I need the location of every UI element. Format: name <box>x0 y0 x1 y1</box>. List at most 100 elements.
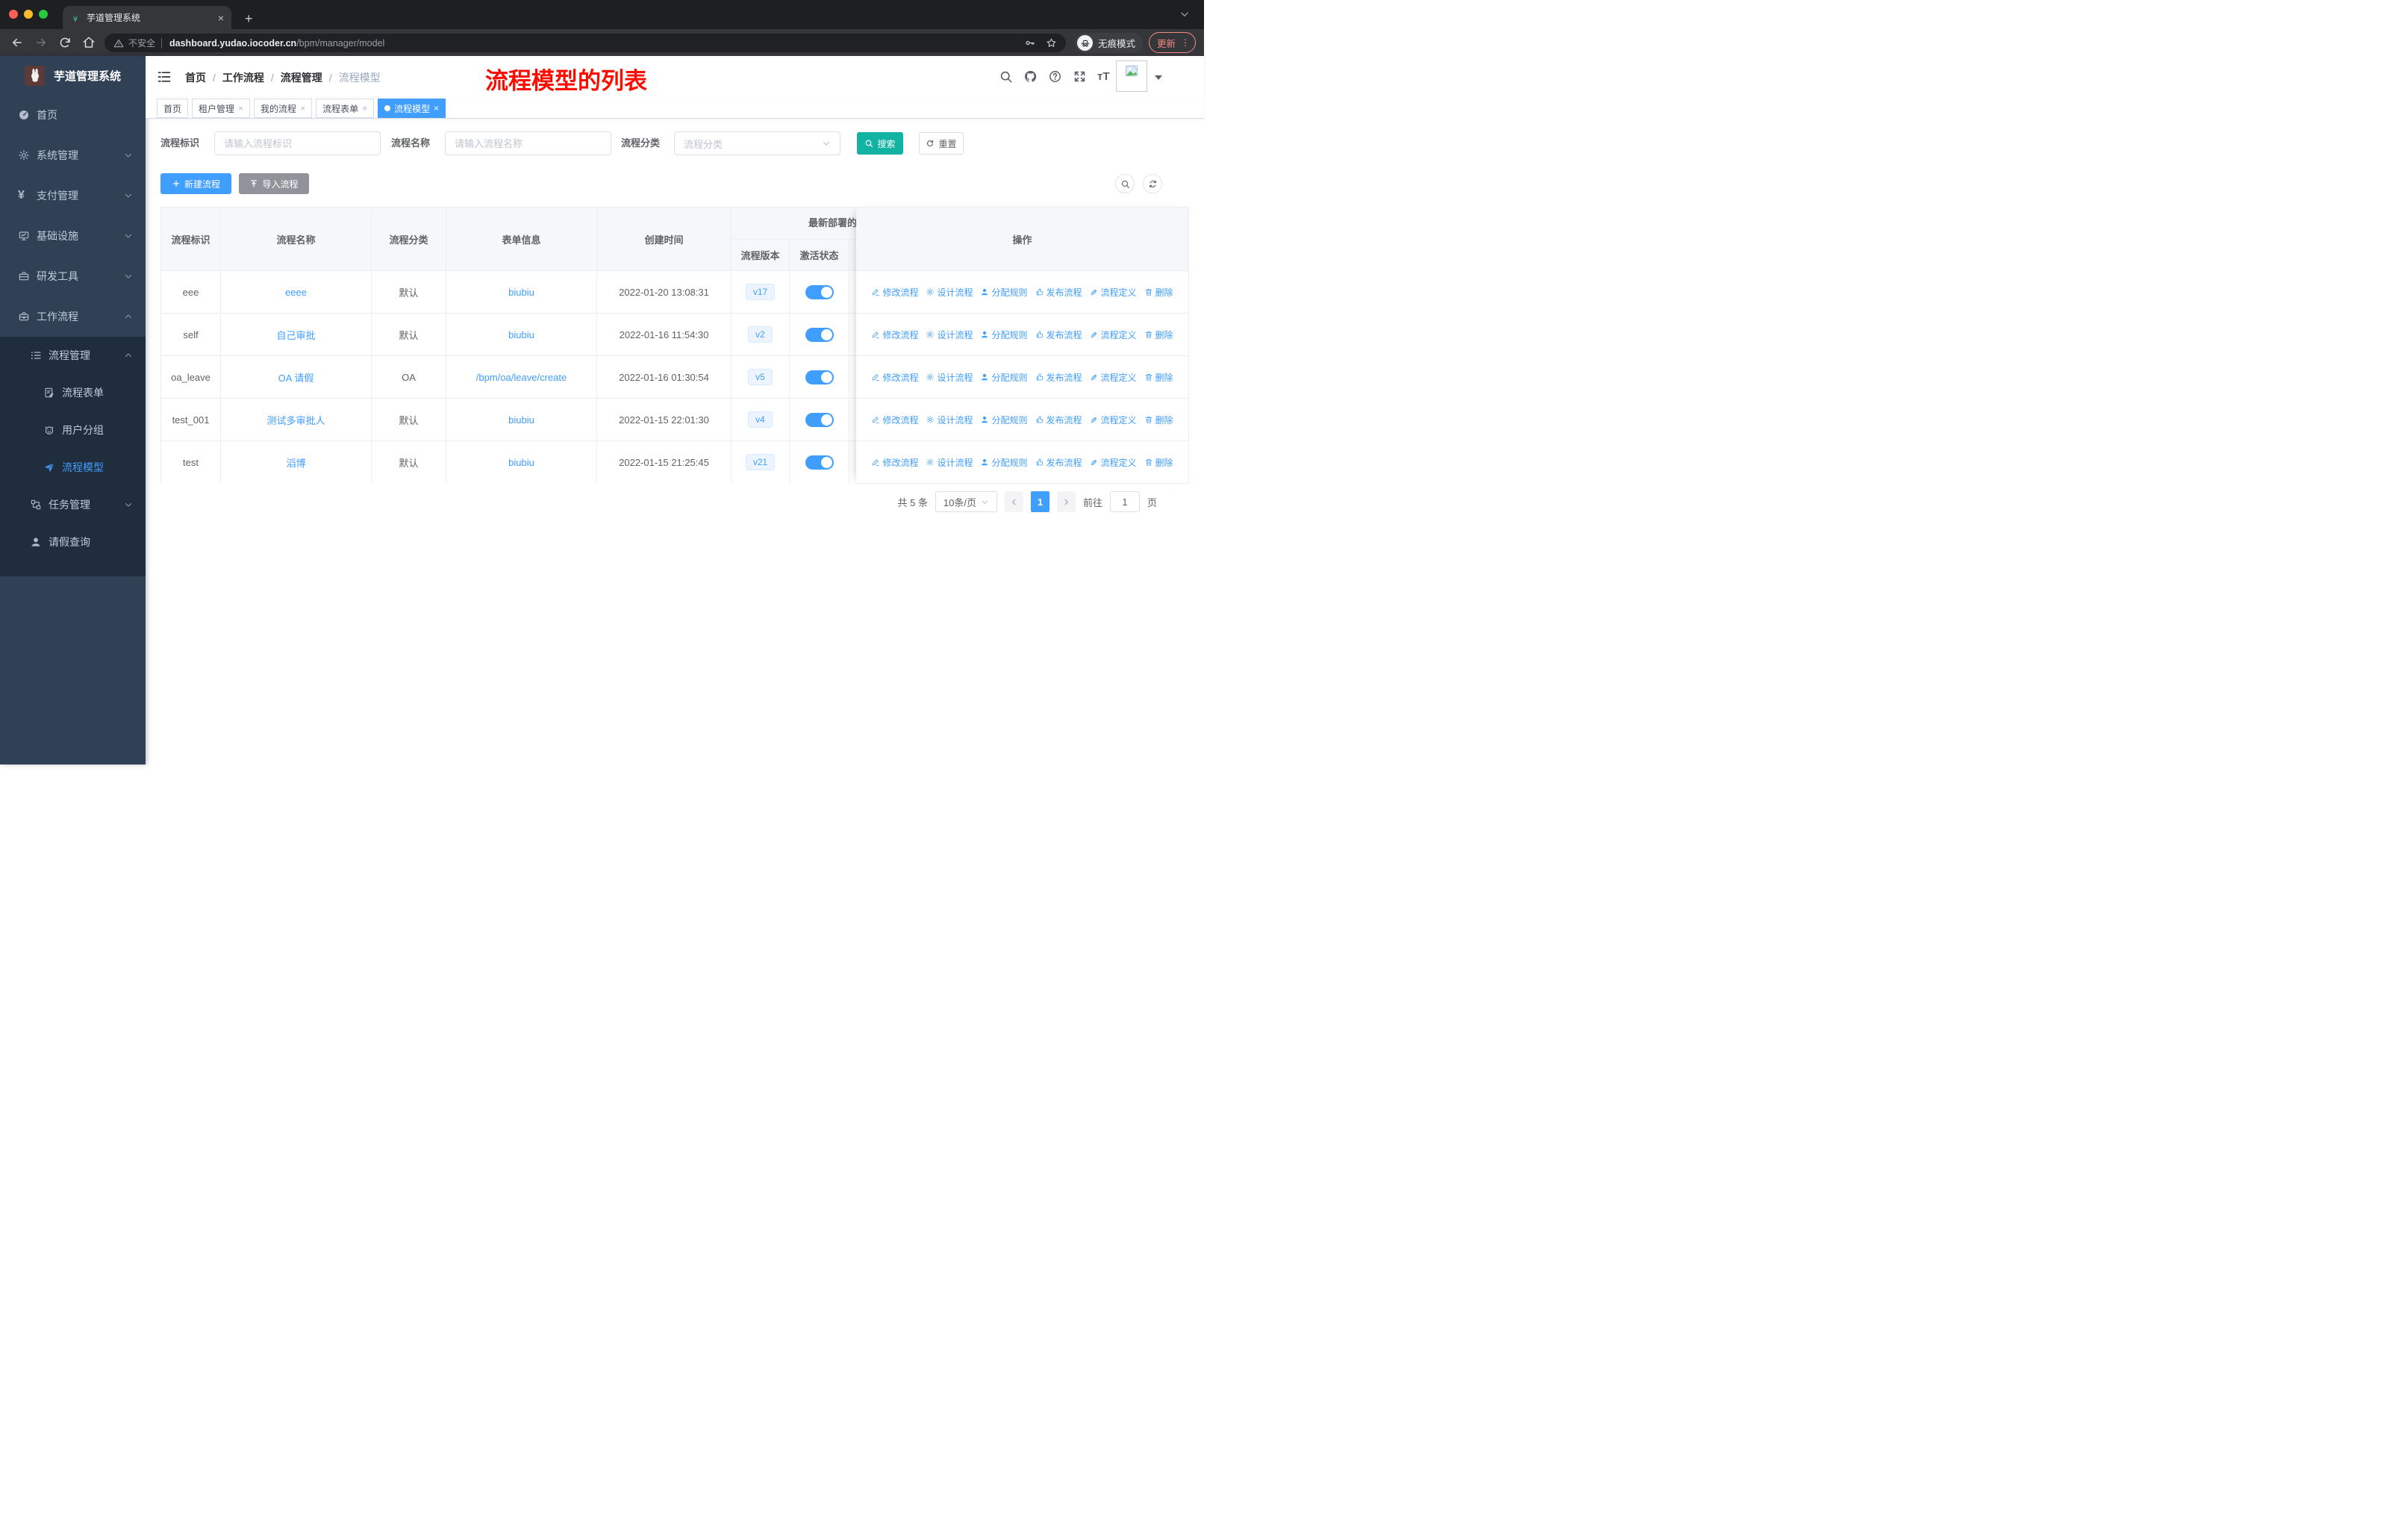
sidebar-item-devtools[interactable]: 研发工具 <box>0 256 146 296</box>
action-link-assign[interactable]: 分配规则 <box>980 371 1028 384</box>
refresh-table-button[interactable] <box>1143 174 1162 193</box>
help-icon[interactable] <box>1048 69 1062 84</box>
action-link-design[interactable]: 设计流程 <box>926 328 973 341</box>
create-process-button[interactable]: 新建流程 <box>160 173 231 194</box>
not-secure-label[interactable]: 不安全 <box>128 37 155 49</box>
process-category-select[interactable]: 流程分类 <box>674 131 840 155</box>
fullscreen-icon[interactable] <box>1073 69 1087 84</box>
update-label[interactable]: 更新 <box>1157 36 1176 50</box>
action-link-publish[interactable]: 发布流程 <box>1035 456 1082 469</box>
action-link-publish[interactable]: 发布流程 <box>1035 414 1082 426</box>
action-link-assign[interactable]: 分配规则 <box>980 456 1028 469</box>
back-button[interactable] <box>10 36 24 49</box>
action-link-delete[interactable]: 删除 <box>1144 328 1173 341</box>
update-button[interactable]: 更新 ⋮ <box>1149 32 1197 53</box>
action-link-definition[interactable]: 流程定义 <box>1090 414 1137 426</box>
goto-page-input[interactable] <box>1109 491 1140 512</box>
form-info-link[interactable]: biubiu <box>508 329 534 340</box>
tab-search-caret-icon[interactable] <box>1179 9 1190 19</box>
action-link-assign[interactable]: 分配规则 <box>980 414 1028 426</box>
process-name-input[interactable] <box>445 131 611 155</box>
process-name-link[interactable]: eeee <box>285 287 307 298</box>
process-name-link[interactable]: 测试多审批人 <box>266 413 325 427</box>
url-path[interactable]: /bpm/manager/model <box>296 38 384 49</box>
sidebar-item-system[interactable]: 系统管理 <box>0 135 146 175</box>
home-button[interactable] <box>82 36 96 49</box>
sidebar-item-leave-query[interactable]: 请假查询 <box>0 523 146 561</box>
action-link-definition[interactable]: 流程定义 <box>1090 371 1137 384</box>
current-page-button[interactable]: 1 <box>1030 491 1049 512</box>
active-toggle[interactable] <box>805 370 834 384</box>
sidebar-item-infra[interactable]: 基础设施 <box>0 216 146 256</box>
sidebar-item-workflow[interactable]: 工作流程 <box>0 296 146 337</box>
action-link-delete[interactable]: 删除 <box>1144 456 1173 469</box>
toggle-search-button[interactable] <box>1115 174 1135 193</box>
form-info-link[interactable]: /bpm/oa/leave/create <box>476 372 567 383</box>
tag-close-icon[interactable]: × <box>434 103 439 113</box>
font-size-icon[interactable]: ᴛT <box>1097 69 1111 84</box>
action-link-definition[interactable]: 流程定义 <box>1090 456 1137 469</box>
import-process-button[interactable]: 导入流程 <box>239 173 309 194</box>
process-name-link[interactable]: 自己审批 <box>276 328 315 342</box>
search-button[interactable]: 搜索 <box>857 132 903 155</box>
reload-button[interactable] <box>58 36 72 49</box>
window-minimize-button[interactable] <box>24 10 33 19</box>
tag-流程表单[interactable]: 流程表单 × <box>316 99 375 118</box>
sidebar-item-process-mgmt[interactable]: 流程管理 <box>0 337 146 374</box>
action-link-publish[interactable]: 发布流程 <box>1035 286 1082 299</box>
sidebar-item-home[interactable]: 首页 <box>0 95 146 135</box>
forward-button[interactable] <box>34 36 48 49</box>
window-close-button[interactable] <box>9 10 18 19</box>
action-link-definition[interactable]: 流程定义 <box>1090 328 1137 341</box>
active-toggle[interactable] <box>805 455 834 470</box>
action-link-edit[interactable]: 修改流程 <box>871 371 918 384</box>
search-icon[interactable] <box>999 69 1013 84</box>
action-link-design[interactable]: 设计流程 <box>926 456 973 469</box>
not-secure-warning-icon[interactable] <box>113 38 124 49</box>
sidebar-item-payment[interactable]: ¥ 支付管理 <box>0 175 146 216</box>
tag-流程模型[interactable]: 流程模型 × <box>378 99 446 118</box>
form-info-link[interactable]: biubiu <box>508 414 534 426</box>
tag-我的流程[interactable]: 我的流程 × <box>254 99 313 118</box>
tag-首页[interactable]: 首页 <box>157 99 189 118</box>
prev-page-button[interactable] <box>1004 491 1023 512</box>
action-link-edit[interactable]: 修改流程 <box>871 414 918 426</box>
bookmark-star-icon[interactable] <box>1046 37 1057 49</box>
action-link-assign[interactable]: 分配规则 <box>980 328 1028 341</box>
action-link-design[interactable]: 设计流程 <box>926 414 973 426</box>
new-tab-button[interactable]: + <box>245 11 253 27</box>
window-controls[interactable] <box>9 10 48 19</box>
action-link-design[interactable]: 设计流程 <box>926 371 973 384</box>
action-link-design[interactable]: 设计流程 <box>926 286 973 299</box>
form-info-link[interactable]: biubiu <box>508 457 534 468</box>
active-toggle[interactable] <box>805 327 834 342</box>
reset-button[interactable]: 重置 <box>919 132 964 155</box>
action-link-definition[interactable]: 流程定义 <box>1090 286 1137 299</box>
breadcrumb-item[interactable]: 首页 <box>185 70 206 85</box>
action-link-edit[interactable]: 修改流程 <box>871 286 918 299</box>
process-name-link[interactable]: OA 请假 <box>278 370 314 384</box>
action-link-edit[interactable]: 修改流程 <box>871 456 918 469</box>
active-toggle[interactable] <box>805 284 834 299</box>
page-size-select[interactable]: 10条/页 <box>935 491 997 512</box>
tag-租户管理[interactable]: 租户管理 × <box>192 99 251 118</box>
tag-close-icon[interactable]: × <box>238 103 243 113</box>
action-link-delete[interactable]: 删除 <box>1144 286 1173 299</box>
sidebar-item-task-mgmt[interactable]: 任务管理 <box>0 486 146 523</box>
tag-close-icon[interactable]: × <box>300 103 305 113</box>
sidebar-item-process-model[interactable]: 流程模型 <box>0 449 146 486</box>
breadcrumb-item[interactable]: 工作流程 <box>222 70 264 85</box>
browser-menu-icon[interactable]: ⋮ <box>1181 38 1190 47</box>
sidebar-item-user-group[interactable]: 用户分组 <box>0 411 146 449</box>
browser-tab[interactable]: 芋道管理系统 × <box>63 6 231 29</box>
avatar-caret-icon[interactable] <box>1155 75 1162 80</box>
action-link-delete[interactable]: 删除 <box>1144 371 1173 384</box>
tag-close-icon[interactable]: × <box>362 103 367 113</box>
action-link-publish[interactable]: 发布流程 <box>1035 328 1082 341</box>
next-page-button[interactable] <box>1056 491 1076 512</box>
active-toggle[interactable] <box>805 412 834 427</box>
process-name-link[interactable]: 滔博 <box>286 455 305 470</box>
action-link-assign[interactable]: 分配规则 <box>980 286 1028 299</box>
sidebar-item-process-form[interactable]: 流程表单 <box>0 374 146 411</box>
github-icon[interactable] <box>1023 69 1038 84</box>
